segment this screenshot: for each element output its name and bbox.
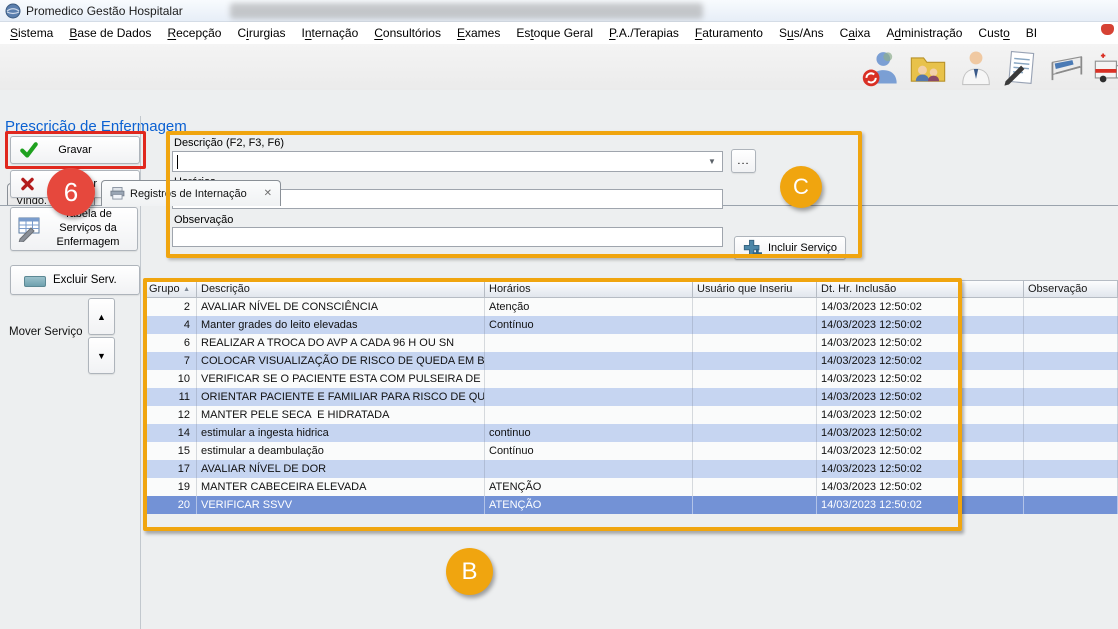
- redacted-title-text: [230, 3, 703, 19]
- menu-item-exames[interactable]: Exames: [449, 22, 508, 44]
- sync-user-icon[interactable]: [860, 49, 900, 89]
- red-x-icon: [20, 177, 35, 192]
- move-down-button[interactable]: ▼: [88, 337, 115, 374]
- menu-item-faturamento[interactable]: Faturamento: [687, 22, 771, 44]
- cell: [1024, 370, 1118, 388]
- excluir-label: Excluir Serv.: [53, 274, 117, 286]
- teal-swatch-icon: [24, 276, 46, 287]
- annotation-badge-6: 6: [47, 168, 95, 216]
- window-title: Promedico Gestão Hospitalar: [26, 4, 183, 18]
- cell: [1024, 388, 1118, 406]
- cell: [1024, 424, 1118, 442]
- mover-servico-label: Mover Serviço: [9, 326, 87, 338]
- menu-item-p-a-terapias[interactable]: P.A./Terapias: [601, 22, 687, 44]
- excluir-servico-button[interactable]: Excluir Serv.: [10, 265, 140, 295]
- arrow-up-icon: ▲: [97, 312, 106, 322]
- annotation-box-c: [166, 131, 862, 258]
- cell: [1024, 406, 1118, 424]
- hospital-bed-icon[interactable]: [1048, 49, 1088, 89]
- menu-item-caixa[interactable]: Caixa: [832, 22, 879, 44]
- annotation-badge-b: B: [446, 548, 493, 595]
- menu-bar: SistemaBase de DadosRecepçãoCirurgiasInt…: [0, 22, 1118, 44]
- title-bar: Promedico Gestão Hospitalar: [0, 0, 1118, 22]
- menu-item-cirurgias[interactable]: Cirurgias: [229, 22, 293, 44]
- menu-item-custo[interactable]: Custo: [970, 22, 1017, 44]
- arrow-down-icon: ▼: [97, 351, 106, 361]
- cell: [1024, 298, 1118, 316]
- cropped-red-icon: [1101, 24, 1114, 35]
- patients-folder-icon[interactable]: [908, 49, 948, 89]
- toolbar: [0, 44, 1118, 90]
- annotation-badge-c: C: [780, 166, 822, 208]
- tabela-servicos-label: Tabela de Serviços da Enfermagem: [43, 208, 133, 249]
- menu-item-bi[interactable]: BI: [1018, 22, 1045, 44]
- printer-icon: [110, 187, 125, 200]
- cell: [1024, 496, 1118, 514]
- app-logo-icon: [5, 3, 21, 19]
- cell: [1024, 352, 1118, 370]
- annotation-box-b: [143, 278, 962, 531]
- menu-item-sus-ans[interactable]: Sus/Ans: [771, 22, 832, 44]
- annotation-red-rectangle: [5, 131, 146, 169]
- menu-item-consult-rios[interactable]: Consultórios: [366, 22, 449, 44]
- ambulance-icon[interactable]: [1092, 49, 1118, 89]
- cell: [1024, 442, 1118, 460]
- menu-item-sistema[interactable]: Sistema: [2, 22, 61, 44]
- prescription-icon[interactable]: [1000, 49, 1040, 89]
- cell: [1024, 316, 1118, 334]
- menu-item-interna-o[interactable]: Internação: [294, 22, 367, 44]
- column-header-observa-o[interactable]: Observação: [1024, 281, 1118, 297]
- doctor-icon[interactable]: [956, 49, 996, 89]
- menu-item-recep-o[interactable]: Recepção: [159, 22, 229, 44]
- cell: [1024, 478, 1118, 496]
- menu-item-administra-o[interactable]: Administração: [878, 22, 970, 44]
- menu-item-base-de-dados[interactable]: Base de Dados: [61, 22, 159, 44]
- move-up-button[interactable]: ▲: [88, 298, 115, 335]
- cell: [1024, 460, 1118, 478]
- menu-item-estoque-geral[interactable]: Estoque Geral: [508, 22, 601, 44]
- cell: [1024, 334, 1118, 352]
- tab-strip: Bem Vindo. ✕ Registros de Internação ✕: [0, 90, 1118, 116]
- service-table-icon: [17, 216, 42, 242]
